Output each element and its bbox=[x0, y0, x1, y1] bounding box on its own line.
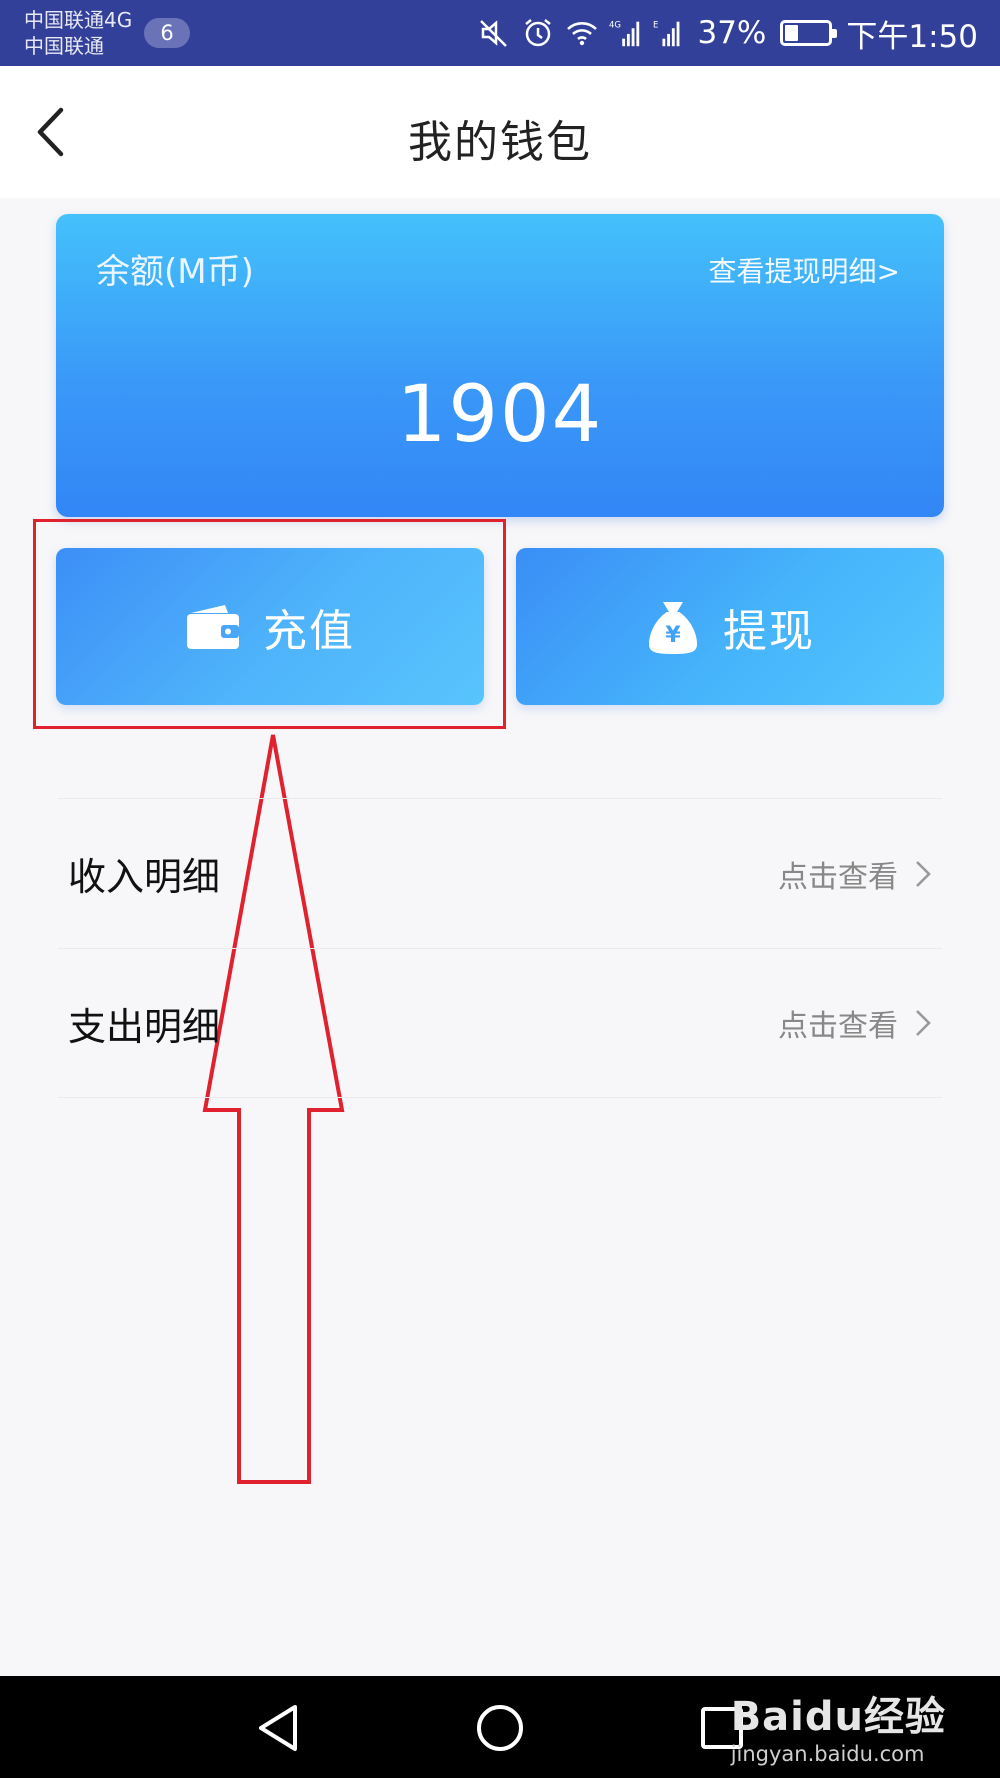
watermark-logo: Baidu经验 bbox=[730, 1694, 946, 1740]
svg-text:¥: ¥ bbox=[665, 623, 681, 648]
battery-level-fill bbox=[785, 25, 799, 41]
list-item-action: 点击查看 bbox=[778, 859, 898, 895]
carrier-secondary: 中国联通 bbox=[24, 34, 104, 58]
wifi-icon bbox=[565, 16, 599, 50]
nav-back-button[interactable] bbox=[248, 1698, 308, 1758]
app-header: 我的钱包 bbox=[0, 66, 1000, 198]
chevron-right-icon bbox=[916, 860, 931, 887]
list-item-action: 点击查看 bbox=[778, 1009, 898, 1044]
list-item-income-details[interactable]: 收入明细 点击查看 bbox=[58, 798, 942, 948]
baidu-jingyan-watermark: Baidu经验 jingyan.baidu.com bbox=[731, 1684, 946, 1766]
withdraw-button[interactable]: ¥ 提现 bbox=[516, 548, 944, 705]
balance-value: 1904 bbox=[396, 370, 604, 460]
highlight-box-annotation bbox=[33, 519, 506, 729]
detail-list: 收入明细 点击查看 支出明细 点击查看 bbox=[58, 798, 942, 1098]
withdraw-label: 提现 bbox=[723, 605, 815, 657]
list-item-label: 收入明细 bbox=[68, 855, 221, 899]
circle-home-icon bbox=[477, 1705, 523, 1751]
status-icons: 4G E 37% 下午1:50 bbox=[477, 0, 978, 66]
carrier-info: 中国联通4G 中国联通 bbox=[24, 7, 132, 59]
chevron-right-icon bbox=[916, 1010, 931, 1036]
status-bar: 中国联通4G 中国联通 6 4G E 37% 下午1:50 bbox=[0, 0, 1000, 66]
signal-4g-icon: 4G bbox=[609, 16, 643, 50]
svg-text:4G: 4G bbox=[609, 20, 621, 30]
notification-count-badge: 6 bbox=[144, 18, 190, 48]
mute-icon bbox=[477, 16, 511, 50]
clock: 下午1:50 bbox=[846, 18, 978, 55]
money-bag-icon: ¥ bbox=[649, 601, 697, 654]
battery-icon bbox=[780, 20, 838, 46]
signal-e-icon: E bbox=[653, 16, 687, 50]
alarm-icon bbox=[521, 16, 555, 50]
page-title: 我的钱包 bbox=[408, 117, 592, 168]
list-item-label: 支出明细 bbox=[68, 1004, 221, 1049]
carrier-primary: 中国联通4G bbox=[24, 8, 133, 32]
balance-card: 余额(M币) 查看提现明细> 1904 bbox=[56, 214, 944, 517]
battery-percent: 37% bbox=[697, 15, 767, 51]
list-item-expense-details[interactable]: 支出明细 点击查看 bbox=[58, 948, 942, 1098]
nav-home-button[interactable] bbox=[470, 1698, 530, 1758]
svg-text:E: E bbox=[653, 20, 658, 30]
withdraw-detail-link[interactable]: 查看提现明细> bbox=[709, 250, 900, 290]
list-item-action-group: 点击查看 bbox=[778, 1001, 942, 1045]
balance-label: 余额(M币) bbox=[96, 252, 254, 292]
watermark-url: jingyan.baidu.com bbox=[730, 1742, 925, 1766]
triangle-back-icon bbox=[259, 1705, 297, 1751]
list-item-action-group: 点击查看 bbox=[778, 852, 942, 896]
system-nav-bar: Baidu经验 jingyan.baidu.com bbox=[0, 1676, 1000, 1778]
